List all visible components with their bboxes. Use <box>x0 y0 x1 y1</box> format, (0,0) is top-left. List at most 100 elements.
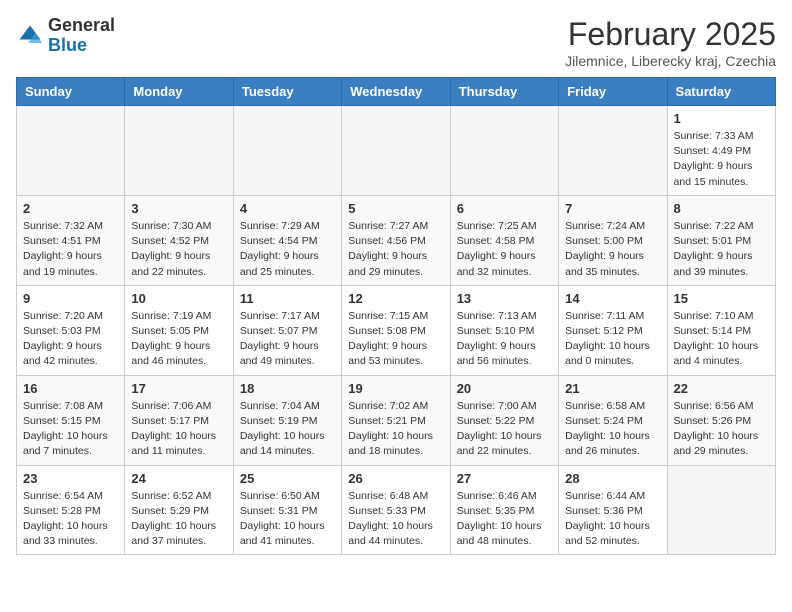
day-number: 4 <box>240 201 335 216</box>
calendar-day-cell: 28 Sunrise: 6:44 AM Sunset: 5:36 PM Dayli… <box>559 465 667 555</box>
day-info: Sunrise: 7:11 AM Sunset: 5:12 PM Dayligh… <box>565 309 660 370</box>
day-info: Sunrise: 6:58 AM Sunset: 5:24 PM Dayligh… <box>565 399 660 460</box>
calendar-day-cell: 18 Sunrise: 7:04 AM Sunset: 5:19 PM Dayli… <box>233 375 341 465</box>
calendar-day-cell: 14 Sunrise: 7:11 AM Sunset: 5:12 PM Dayli… <box>559 285 667 375</box>
day-number: 12 <box>348 291 443 306</box>
calendar-week-row: 2Sunrise: 7:32 AM Sunset: 4:51 PM Daylig… <box>17 195 776 285</box>
day-number: 24 <box>131 471 226 486</box>
weekday-header: Saturday <box>667 78 775 106</box>
calendar-table: SundayMondayTuesdayWednesdayThursdayFrid… <box>16 77 776 555</box>
location-text: Jilemnice, Liberecky kraj, Czechia <box>565 53 776 69</box>
weekday-header: Monday <box>125 78 233 106</box>
day-number: 25 <box>240 471 335 486</box>
calendar-day-cell: 24 Sunrise: 6:52 AM Sunset: 5:29 PM Dayli… <box>125 465 233 555</box>
calendar-day-cell: 19 Sunrise: 7:02 AM Sunset: 5:21 PM Dayli… <box>342 375 450 465</box>
calendar-day-cell: 13 Sunrise: 7:13 AM Sunset: 5:10 PM Dayli… <box>450 285 558 375</box>
calendar-day-cell: 21 Sunrise: 6:58 AM Sunset: 5:24 PM Dayli… <box>559 375 667 465</box>
day-number: 8 <box>674 201 769 216</box>
day-number: 3 <box>131 201 226 216</box>
day-number: 1 <box>674 111 769 126</box>
day-info: Sunrise: 7:04 AM Sunset: 5:19 PM Dayligh… <box>240 399 335 460</box>
weekday-header: Friday <box>559 78 667 106</box>
calendar-day-cell: 11 Sunrise: 7:17 AM Sunset: 5:07 PM Dayli… <box>233 285 341 375</box>
calendar-day-cell <box>667 465 775 555</box>
page-header: General Blue February 2025 Jilemnice, Li… <box>16 16 776 69</box>
day-number: 10 <box>131 291 226 306</box>
calendar-day-cell <box>342 106 450 196</box>
calendar-day-cell: 3 Sunrise: 7:30 AM Sunset: 4:52 PM Daylig… <box>125 195 233 285</box>
day-info: Sunrise: 7:22 AM Sunset: 5:01 PM Dayligh… <box>674 219 769 280</box>
day-number: 7 <box>565 201 660 216</box>
calendar-day-cell: 17 Sunrise: 7:06 AM Sunset: 5:17 PM Dayli… <box>125 375 233 465</box>
day-number: 28 <box>565 471 660 486</box>
day-number: 11 <box>240 291 335 306</box>
day-info: Sunrise: 7:17 AM Sunset: 5:07 PM Dayligh… <box>240 309 335 370</box>
logo-general-text: General <box>48 15 115 35</box>
day-info: Sunrise: 6:50 AM Sunset: 5:31 PM Dayligh… <box>240 489 335 550</box>
calendar-day-cell <box>450 106 558 196</box>
day-number: 27 <box>457 471 552 486</box>
weekday-header: Thursday <box>450 78 558 106</box>
logo: General Blue <box>16 16 115 56</box>
weekday-header: Tuesday <box>233 78 341 106</box>
calendar-day-cell <box>125 106 233 196</box>
calendar-day-cell: 26 Sunrise: 6:48 AM Sunset: 5:33 PM Dayli… <box>342 465 450 555</box>
calendar-week-row: 1 Sunrise: 7:33 AM Sunset: 4:49 PM Daylig… <box>17 106 776 196</box>
day-number: 22 <box>674 381 769 396</box>
day-number: 15 <box>674 291 769 306</box>
day-info: Sunrise: 7:25 AM Sunset: 4:58 PM Dayligh… <box>457 219 552 280</box>
day-number: 18 <box>240 381 335 396</box>
calendar-day-cell: 8 Sunrise: 7:22 AM Sunset: 5:01 PM Daylig… <box>667 195 775 285</box>
day-info: Sunrise: 7:30 AM Sunset: 4:52 PM Dayligh… <box>131 219 226 280</box>
day-info: Sunrise: 6:54 AM Sunset: 5:28 PM Dayligh… <box>23 489 118 550</box>
day-number: 26 <box>348 471 443 486</box>
day-number: 19 <box>348 381 443 396</box>
day-info: Sunrise: 7:06 AM Sunset: 5:17 PM Dayligh… <box>131 399 226 460</box>
calendar-day-cell: 7Sunrise: 7:24 AM Sunset: 5:00 PM Daylig… <box>559 195 667 285</box>
day-info: Sunrise: 6:44 AM Sunset: 5:36 PM Dayligh… <box>565 489 660 550</box>
day-info: Sunrise: 6:48 AM Sunset: 5:33 PM Dayligh… <box>348 489 443 550</box>
calendar-day-cell: 23 Sunrise: 6:54 AM Sunset: 5:28 PM Dayli… <box>17 465 125 555</box>
day-info: Sunrise: 7:02 AM Sunset: 5:21 PM Dayligh… <box>348 399 443 460</box>
calendar-day-cell <box>559 106 667 196</box>
day-number: 14 <box>565 291 660 306</box>
calendar-day-cell: 1 Sunrise: 7:33 AM Sunset: 4:49 PM Daylig… <box>667 106 775 196</box>
day-number: 13 <box>457 291 552 306</box>
day-number: 9 <box>23 291 118 306</box>
calendar-header-row: SundayMondayTuesdayWednesdayThursdayFrid… <box>17 78 776 106</box>
day-number: 23 <box>23 471 118 486</box>
day-number: 2 <box>23 201 118 216</box>
calendar-day-cell: 15Sunrise: 7:10 AM Sunset: 5:14 PM Dayli… <box>667 285 775 375</box>
calendar-day-cell: 25 Sunrise: 6:50 AM Sunset: 5:31 PM Dayli… <box>233 465 341 555</box>
weekday-header: Sunday <box>17 78 125 106</box>
day-number: 20 <box>457 381 552 396</box>
day-number: 17 <box>131 381 226 396</box>
calendar-day-cell <box>233 106 341 196</box>
calendar-day-cell: 2Sunrise: 7:32 AM Sunset: 4:51 PM Daylig… <box>17 195 125 285</box>
day-info: Sunrise: 7:15 AM Sunset: 5:08 PM Dayligh… <box>348 309 443 370</box>
calendar-day-cell: 12 Sunrise: 7:15 AM Sunset: 5:08 PM Dayli… <box>342 285 450 375</box>
logo-blue-text: Blue <box>48 35 87 55</box>
calendar-day-cell: 5 Sunrise: 7:27 AM Sunset: 4:56 PM Daylig… <box>342 195 450 285</box>
calendar-day-cell: 22Sunrise: 6:56 AM Sunset: 5:26 PM Dayli… <box>667 375 775 465</box>
day-info: Sunrise: 7:13 AM Sunset: 5:10 PM Dayligh… <box>457 309 552 370</box>
weekday-header: Wednesday <box>342 78 450 106</box>
day-number: 21 <box>565 381 660 396</box>
calendar-week-row: 23 Sunrise: 6:54 AM Sunset: 5:28 PM Dayli… <box>17 465 776 555</box>
day-info: Sunrise: 7:20 AM Sunset: 5:03 PM Dayligh… <box>23 309 118 370</box>
calendar-day-cell: 16Sunrise: 7:08 AM Sunset: 5:15 PM Dayli… <box>17 375 125 465</box>
day-info: Sunrise: 6:46 AM Sunset: 5:35 PM Dayligh… <box>457 489 552 550</box>
day-number: 5 <box>348 201 443 216</box>
day-number: 16 <box>23 381 118 396</box>
day-info: Sunrise: 7:33 AM Sunset: 4:49 PM Dayligh… <box>674 129 769 190</box>
logo-icon <box>16 22 44 50</box>
day-info: Sunrise: 7:27 AM Sunset: 4:56 PM Dayligh… <box>348 219 443 280</box>
day-info: Sunrise: 6:52 AM Sunset: 5:29 PM Dayligh… <box>131 489 226 550</box>
day-number: 6 <box>457 201 552 216</box>
day-info: Sunrise: 7:19 AM Sunset: 5:05 PM Dayligh… <box>131 309 226 370</box>
calendar-day-cell: 9 Sunrise: 7:20 AM Sunset: 5:03 PM Daylig… <box>17 285 125 375</box>
calendar-day-cell: 27 Sunrise: 6:46 AM Sunset: 5:35 PM Dayli… <box>450 465 558 555</box>
title-area: February 2025 Jilemnice, Liberecky kraj,… <box>565 16 776 69</box>
calendar-day-cell: 4Sunrise: 7:29 AM Sunset: 4:54 PM Daylig… <box>233 195 341 285</box>
day-info: Sunrise: 7:00 AM Sunset: 5:22 PM Dayligh… <box>457 399 552 460</box>
